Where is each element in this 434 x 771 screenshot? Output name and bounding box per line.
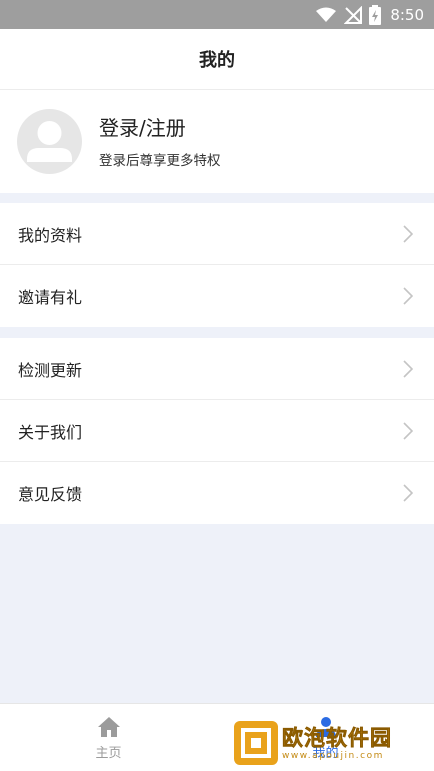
default-avatar-icon <box>27 121 72 162</box>
profile-subtitle: 登录后尊享更多特权 <box>99 152 221 169</box>
menu-group-app: 检测更新 关于我们 意见反馈 <box>0 338 434 524</box>
menu-item-invite[interactable]: 邀请有礼 <box>0 265 434 327</box>
menu-item-check-update[interactable]: 检测更新 <box>0 338 434 400</box>
wifi-icon <box>316 7 337 22</box>
menu-item-label: 邀请有礼 <box>18 288 83 307</box>
watermark-url: www.apoujin.com <box>282 751 384 761</box>
profile-card[interactable]: 登录/注册 登录后尊享更多特权 <box>0 90 434 193</box>
page-title: 我的 <box>199 50 235 71</box>
signal-off-icon <box>344 5 363 24</box>
tab-home[interactable]: 主页 <box>0 704 217 771</box>
profile-text: 登录/注册 登录后尊享更多特权 <box>99 115 221 169</box>
watermark-title: 欧泡软件园 <box>282 726 392 751</box>
avatar[interactable] <box>17 109 82 174</box>
home-icon <box>97 717 120 737</box>
menu-group-account: 我的资料 邀请有礼 <box>0 203 434 327</box>
menu-item-label: 我的资料 <box>18 225 83 245</box>
status-bar: 8:50 <box>0 0 434 29</box>
watermark: 欧泡软件园 www.apoujin.com <box>234 718 430 768</box>
watermark-logo-icon <box>241 728 271 758</box>
login-register-link[interactable]: 登录/注册 <box>99 115 221 141</box>
menu-item-label: 关于我们 <box>18 422 83 442</box>
watermark-text: 欧泡软件园 www.apoujin.com <box>282 725 392 761</box>
tab-home-label: 主页 <box>95 746 122 761</box>
chevron-right-icon <box>403 287 413 305</box>
chevron-right-icon <box>403 484 413 502</box>
battery-charging-icon <box>369 4 382 25</box>
chevron-right-icon <box>403 421 413 440</box>
menu-item-about-us[interactable]: 关于我们 <box>0 400 434 462</box>
page-header: 我的 <box>0 29 434 90</box>
menu-item-label: 意见反馈 <box>18 485 83 504</box>
watermark-logo <box>234 721 278 765</box>
menu-item-feedback[interactable]: 意见反馈 <box>0 462 434 524</box>
chevron-right-icon <box>403 359 413 378</box>
menu-item-label: 检测更新 <box>18 360 83 380</box>
chevron-right-icon <box>403 224 413 243</box>
status-time: 8:50 <box>390 5 424 24</box>
menu-item-my-profile[interactable]: 我的资料 <box>0 203 434 265</box>
